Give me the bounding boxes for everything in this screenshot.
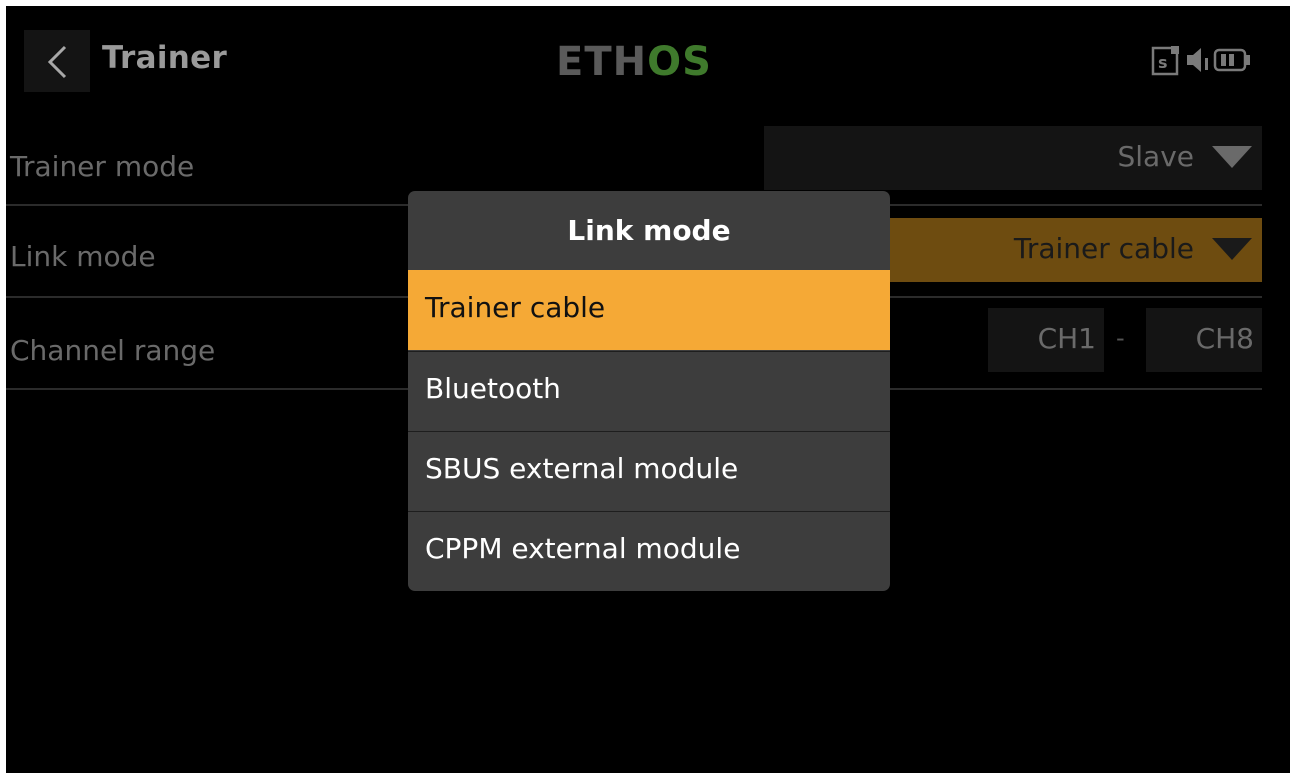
caret-down-icon xyxy=(1212,146,1252,168)
chevron-left-icon xyxy=(47,45,67,79)
option-bluetooth[interactable]: Bluetooth xyxy=(408,351,890,431)
channel-range-separator: - xyxy=(1116,324,1125,352)
channel-range-label: Channel range xyxy=(10,334,216,367)
link-mode-label: Link mode xyxy=(10,240,156,273)
top-bar: Trainer ETHOS s xyxy=(6,26,1290,98)
battery-icon xyxy=(1213,44,1253,80)
radio-screen: Trainer ETHOS s Trainer mode Slave Link … xyxy=(6,6,1290,773)
sd-card-icon: s xyxy=(1151,44,1181,80)
back-button[interactable] xyxy=(24,30,90,92)
trainer-mode-value: Slave xyxy=(1117,140,1194,173)
channel-range-start[interactable]: CH1 xyxy=(988,308,1104,372)
popup-title: Link mode xyxy=(567,214,731,247)
option-sbus-external-module[interactable]: SBUS external module xyxy=(408,431,890,511)
channel-range-end[interactable]: CH8 xyxy=(1146,308,1262,372)
page-title: Trainer xyxy=(102,40,228,76)
caret-down-icon xyxy=(1212,238,1252,260)
option-trainer-cable[interactable]: Trainer cable xyxy=(408,270,890,350)
link-mode-value: Trainer cable xyxy=(1013,232,1194,265)
speaker-icon xyxy=(1185,44,1211,80)
option-cppm-external-module[interactable]: CPPM external module xyxy=(408,511,890,591)
trainer-mode-label: Trainer mode xyxy=(10,150,195,183)
trainer-mode-dropdown[interactable]: Slave xyxy=(764,126,1262,190)
ethos-logo: ETHOS xyxy=(556,39,712,85)
svg-text:s: s xyxy=(1158,53,1168,72)
link-mode-popup: Link mode Trainer cable Bluetooth SBUS e… xyxy=(408,191,890,591)
